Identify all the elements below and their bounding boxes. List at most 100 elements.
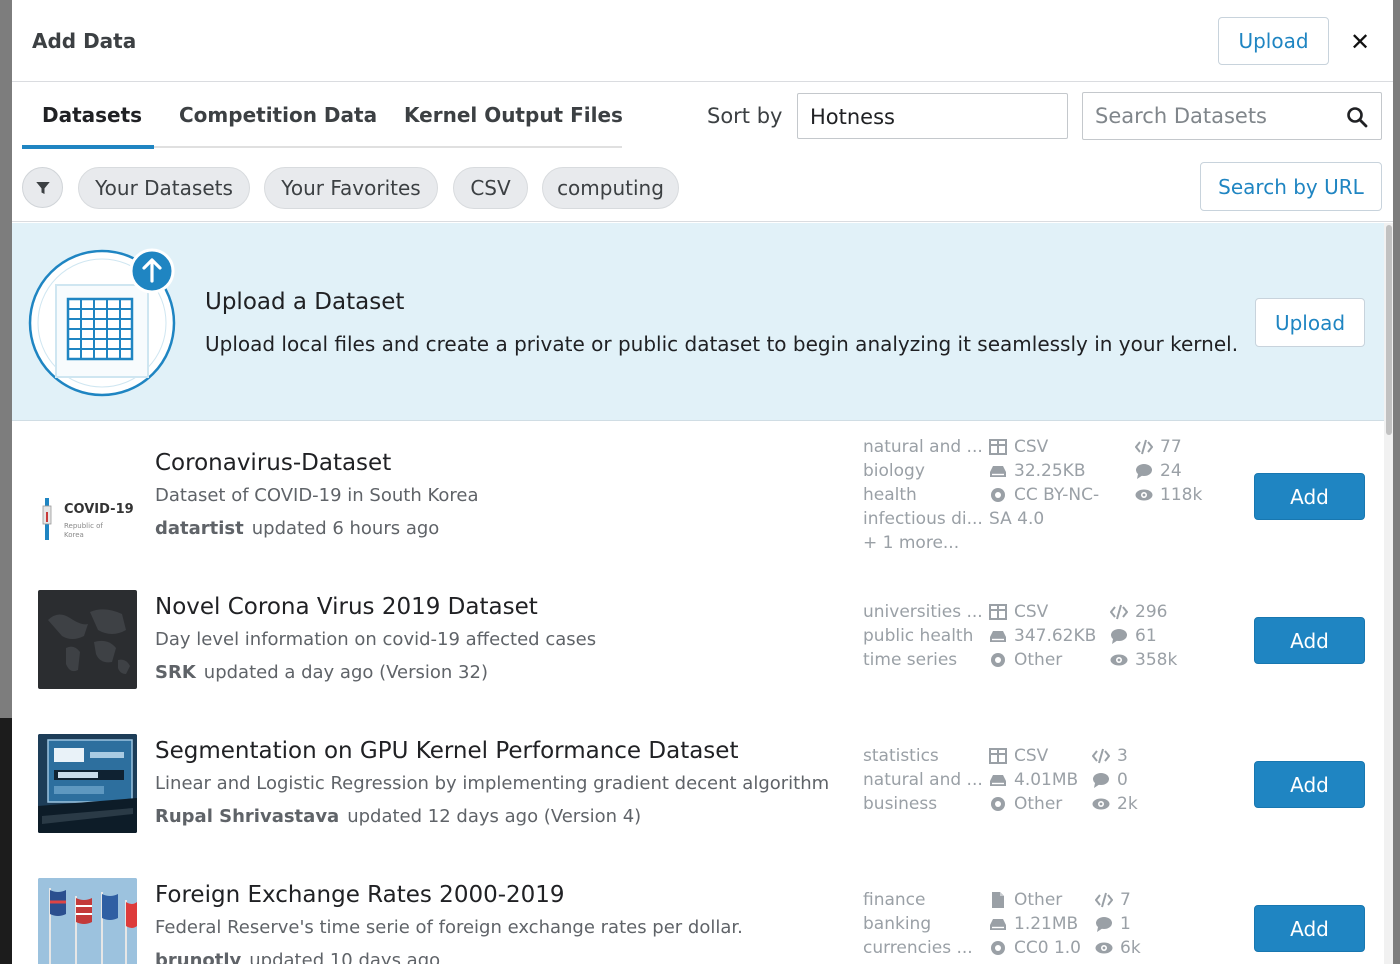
tag[interactable]: currencies ... bbox=[863, 936, 973, 960]
view-count: 358k bbox=[1135, 650, 1178, 670]
dataset-owner[interactable]: Rupal Shrivastava bbox=[155, 806, 339, 827]
dataset-owner[interactable]: SRK bbox=[155, 662, 196, 683]
upload-banner-title: Upload a Dataset bbox=[205, 289, 405, 315]
kernel-count: 296 bbox=[1135, 602, 1168, 622]
add-dataset-button[interactable]: Add bbox=[1254, 473, 1365, 520]
tag[interactable]: natural and ... bbox=[863, 768, 983, 792]
tag[interactable]: banking bbox=[863, 912, 973, 936]
search-datasets-box bbox=[1082, 92, 1382, 140]
storage-icon bbox=[990, 466, 1006, 477]
covid-logo-subtext: Republic of Korea bbox=[64, 522, 103, 539]
dataset-subtitle: Day level information on covid-19 affect… bbox=[155, 629, 597, 650]
tab-competition-data[interactable]: Competition Data bbox=[179, 103, 377, 127]
table-icon bbox=[989, 748, 1007, 764]
license-icon bbox=[991, 797, 1005, 811]
comment-icon bbox=[1136, 464, 1152, 479]
comment-count: 1 bbox=[1120, 914, 1131, 934]
comment-icon bbox=[1111, 629, 1127, 644]
dataset-meta: Rupal Shrivastava updated 12 days ago (Ve… bbox=[155, 806, 641, 827]
dataset-row: Novel Corona Virus 2019 Dataset Day leve… bbox=[12, 568, 1384, 712]
dataset-owner[interactable]: brunotly bbox=[155, 950, 241, 964]
code-icon bbox=[1135, 439, 1153, 455]
dataset-file-stats: CSV 4.01MB Other bbox=[989, 744, 1078, 816]
license: CC BY-NC- bbox=[1014, 485, 1100, 505]
tag[interactable]: biology bbox=[863, 459, 983, 483]
add-data-modal: Add Data Upload ✕ Datasets Competition D… bbox=[12, 0, 1393, 964]
dataset-updated: updated a day ago (Version 32) bbox=[203, 662, 488, 683]
chip-your-favorites[interactable]: Your Favorites bbox=[264, 167, 438, 209]
dataset-title[interactable]: Novel Corona Virus 2019 Dataset bbox=[155, 594, 538, 620]
banner-upload-button[interactable]: Upload bbox=[1255, 298, 1365, 347]
license-icon bbox=[991, 653, 1005, 667]
upload-banner-description: Upload local files and create a private … bbox=[205, 332, 1239, 356]
kernel-count: 77 bbox=[1160, 437, 1182, 457]
add-dataset-button[interactable]: Add bbox=[1254, 617, 1365, 664]
dataset-file-stats: Other 1.21MB CC0 1.0 bbox=[989, 888, 1081, 960]
comment-icon bbox=[1096, 917, 1112, 932]
license: Other bbox=[1014, 650, 1063, 670]
kernel-count: 3 bbox=[1117, 746, 1128, 766]
filter-button[interactable] bbox=[22, 167, 63, 208]
dataset-tags: finance banking currencies ... bbox=[863, 888, 973, 960]
close-icon: ✕ bbox=[1349, 28, 1371, 56]
tag[interactable]: health bbox=[863, 483, 983, 507]
dataset-activity-stats: 7 1 6k bbox=[1095, 888, 1141, 960]
dataset-activity-stats: 77 24 118k bbox=[1135, 435, 1202, 507]
file-size: 1.21MB bbox=[1014, 914, 1079, 934]
modal-header: Add Data Upload ✕ bbox=[12, 0, 1393, 82]
storage-icon bbox=[990, 631, 1006, 642]
tab-datasets[interactable]: Datasets bbox=[42, 103, 142, 127]
view-count: 2k bbox=[1117, 794, 1138, 814]
table-icon bbox=[989, 604, 1007, 620]
comment-count: 61 bbox=[1135, 626, 1157, 646]
tag[interactable]: natural and ... bbox=[863, 435, 983, 459]
chip-computing[interactable]: computing bbox=[542, 167, 679, 209]
dataset-updated: updated 10 days ago bbox=[249, 950, 441, 964]
dataset-subtitle: Dataset of COVID-19 in South Korea bbox=[155, 485, 479, 506]
dataset-thumbnail bbox=[38, 734, 137, 833]
chip-csv[interactable]: CSV bbox=[453, 167, 528, 209]
dataset-subtitle: Federal Reserve's time serie of foreign … bbox=[155, 917, 743, 938]
tag[interactable]: time series bbox=[863, 648, 983, 672]
search-input[interactable] bbox=[1083, 93, 1333, 139]
dataset-subtitle: Linear and Logistic Regression by implem… bbox=[155, 773, 830, 794]
add-dataset-button[interactable]: Add bbox=[1254, 905, 1365, 952]
dataset-owner[interactable]: datartist bbox=[155, 518, 244, 539]
eye-icon bbox=[1092, 798, 1110, 810]
tag[interactable]: business bbox=[863, 792, 983, 816]
dataset-updated: updated 6 hours ago bbox=[251, 518, 440, 539]
eye-icon bbox=[1110, 654, 1128, 666]
covid-logo-text: COVID-19 bbox=[64, 502, 134, 517]
comment-count: 24 bbox=[1160, 461, 1182, 481]
sort-select[interactable]: Hotness bbox=[797, 93, 1068, 139]
tag[interactable]: public health bbox=[863, 624, 983, 648]
tag[interactable]: finance bbox=[863, 888, 973, 912]
dataset-title[interactable]: Coronavirus-Dataset bbox=[155, 450, 391, 476]
dataset-updated: updated 12 days ago (Version 4) bbox=[347, 806, 642, 827]
more-tags-link[interactable]: + 1 more... bbox=[863, 531, 983, 555]
storage-icon bbox=[990, 775, 1006, 786]
search-icon[interactable] bbox=[1345, 105, 1369, 129]
chip-your-datasets[interactable]: Your Datasets bbox=[78, 167, 250, 209]
scrollbar-thumb[interactable] bbox=[1386, 225, 1392, 435]
modal-title: Add Data bbox=[32, 29, 137, 53]
tag[interactable]: universities ... bbox=[863, 600, 983, 624]
dataset-row: Segmentation on GPU Kernel Performance D… bbox=[12, 712, 1384, 856]
tag[interactable]: infectious di... bbox=[863, 507, 983, 531]
view-count: 6k bbox=[1120, 938, 1141, 958]
file-size: 32.25KB bbox=[1014, 461, 1086, 481]
tab-kernel-output-files[interactable]: Kernel Output Files bbox=[404, 103, 623, 127]
header-upload-button[interactable]: Upload bbox=[1218, 17, 1329, 65]
dataset-title[interactable]: Segmentation on GPU Kernel Performance D… bbox=[155, 738, 738, 764]
scrollbar[interactable] bbox=[1384, 223, 1393, 964]
add-dataset-button[interactable]: Add bbox=[1254, 761, 1365, 808]
search-by-url-button[interactable]: Search by URL bbox=[1200, 162, 1382, 211]
file-type: Other bbox=[1014, 890, 1063, 910]
license-continued: SA 4.0 bbox=[989, 509, 1045, 529]
view-count: 118k bbox=[1160, 485, 1203, 505]
dataset-title[interactable]: Foreign Exchange Rates 2000-2019 bbox=[155, 882, 565, 908]
eye-icon bbox=[1135, 489, 1153, 501]
tag[interactable]: statistics bbox=[863, 744, 983, 768]
dataset-tags: universities ... public health time seri… bbox=[863, 600, 983, 672]
close-button[interactable]: ✕ bbox=[1340, 22, 1380, 62]
